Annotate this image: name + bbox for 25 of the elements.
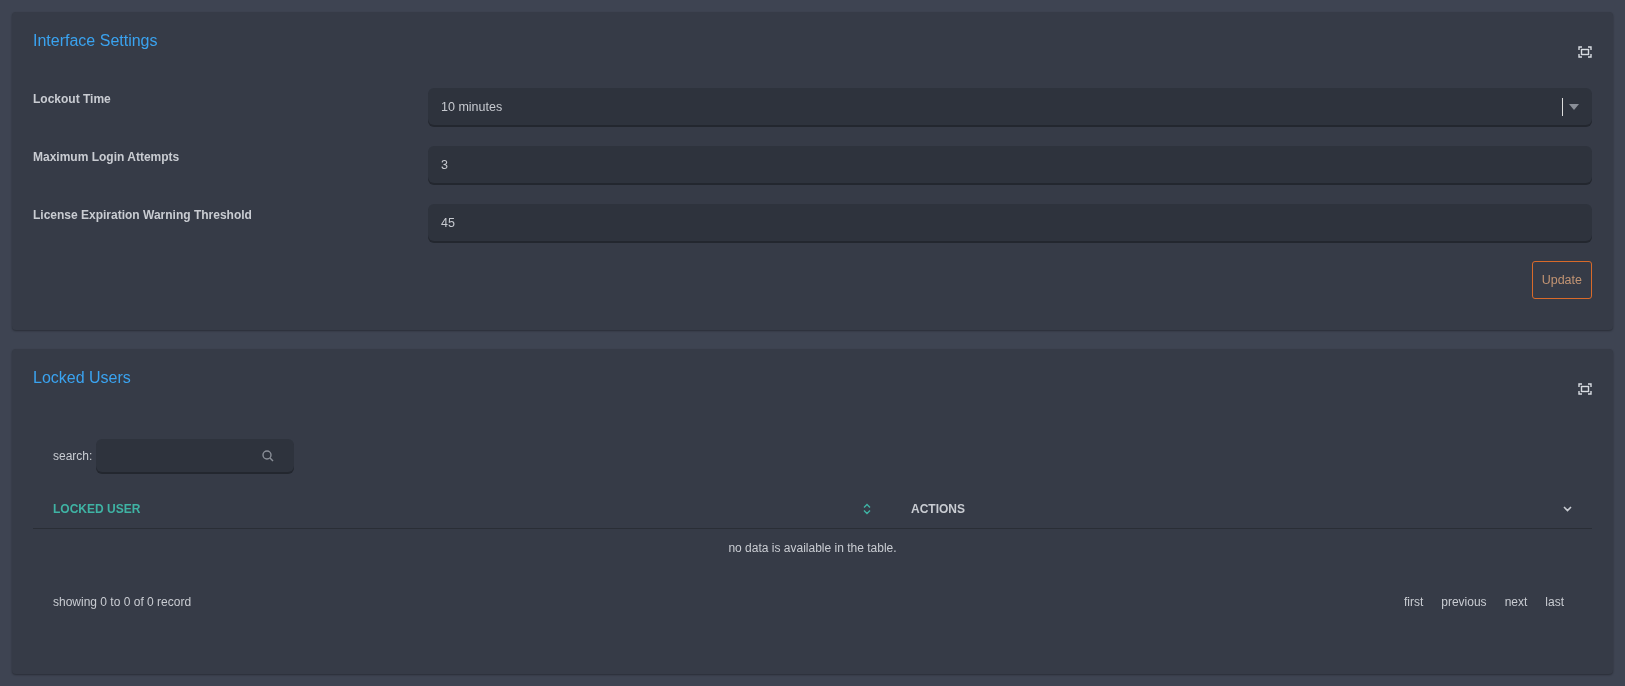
field-label: Maximum Login Attempts [33,150,181,164]
empty-message: no data is available in the table. [727,541,898,555]
chevron-down-icon[interactable] [1563,506,1572,512]
sort-icon[interactable] [863,503,871,515]
field-label: Lockout Time [33,92,112,106]
dropdown[interactable]: 10 minutes [428,88,1592,125]
input-field[interactable]: 45 [428,204,1592,241]
column-header[interactable]: LOCKED USER [33,502,891,516]
pagination-link[interactable]: previous [1441,595,1487,609]
search-label: search: [53,448,93,463]
search-icon [262,449,275,462]
field-label: License Expiration Warning Threshold [33,208,253,222]
record-count: showing 0 to 0 of 0 record [53,595,192,609]
pagination-link[interactable]: last [1545,595,1564,609]
update-button[interactable]: Update [1531,261,1592,299]
expand-icon[interactable] [1578,383,1592,395]
search-field[interactable] [96,439,295,472]
input-field[interactable]: 3 [428,146,1592,183]
pagination-link[interactable]: next [1504,595,1528,609]
expand-icon[interactable] [1578,46,1592,58]
caret-icon [1569,103,1579,110]
column-header[interactable]: ACTIONS [891,502,1592,516]
pagination-link[interactable]: first [1403,595,1424,609]
panel-title: Interface Settings [33,32,158,50]
panel-title: Locked Users [33,369,131,387]
